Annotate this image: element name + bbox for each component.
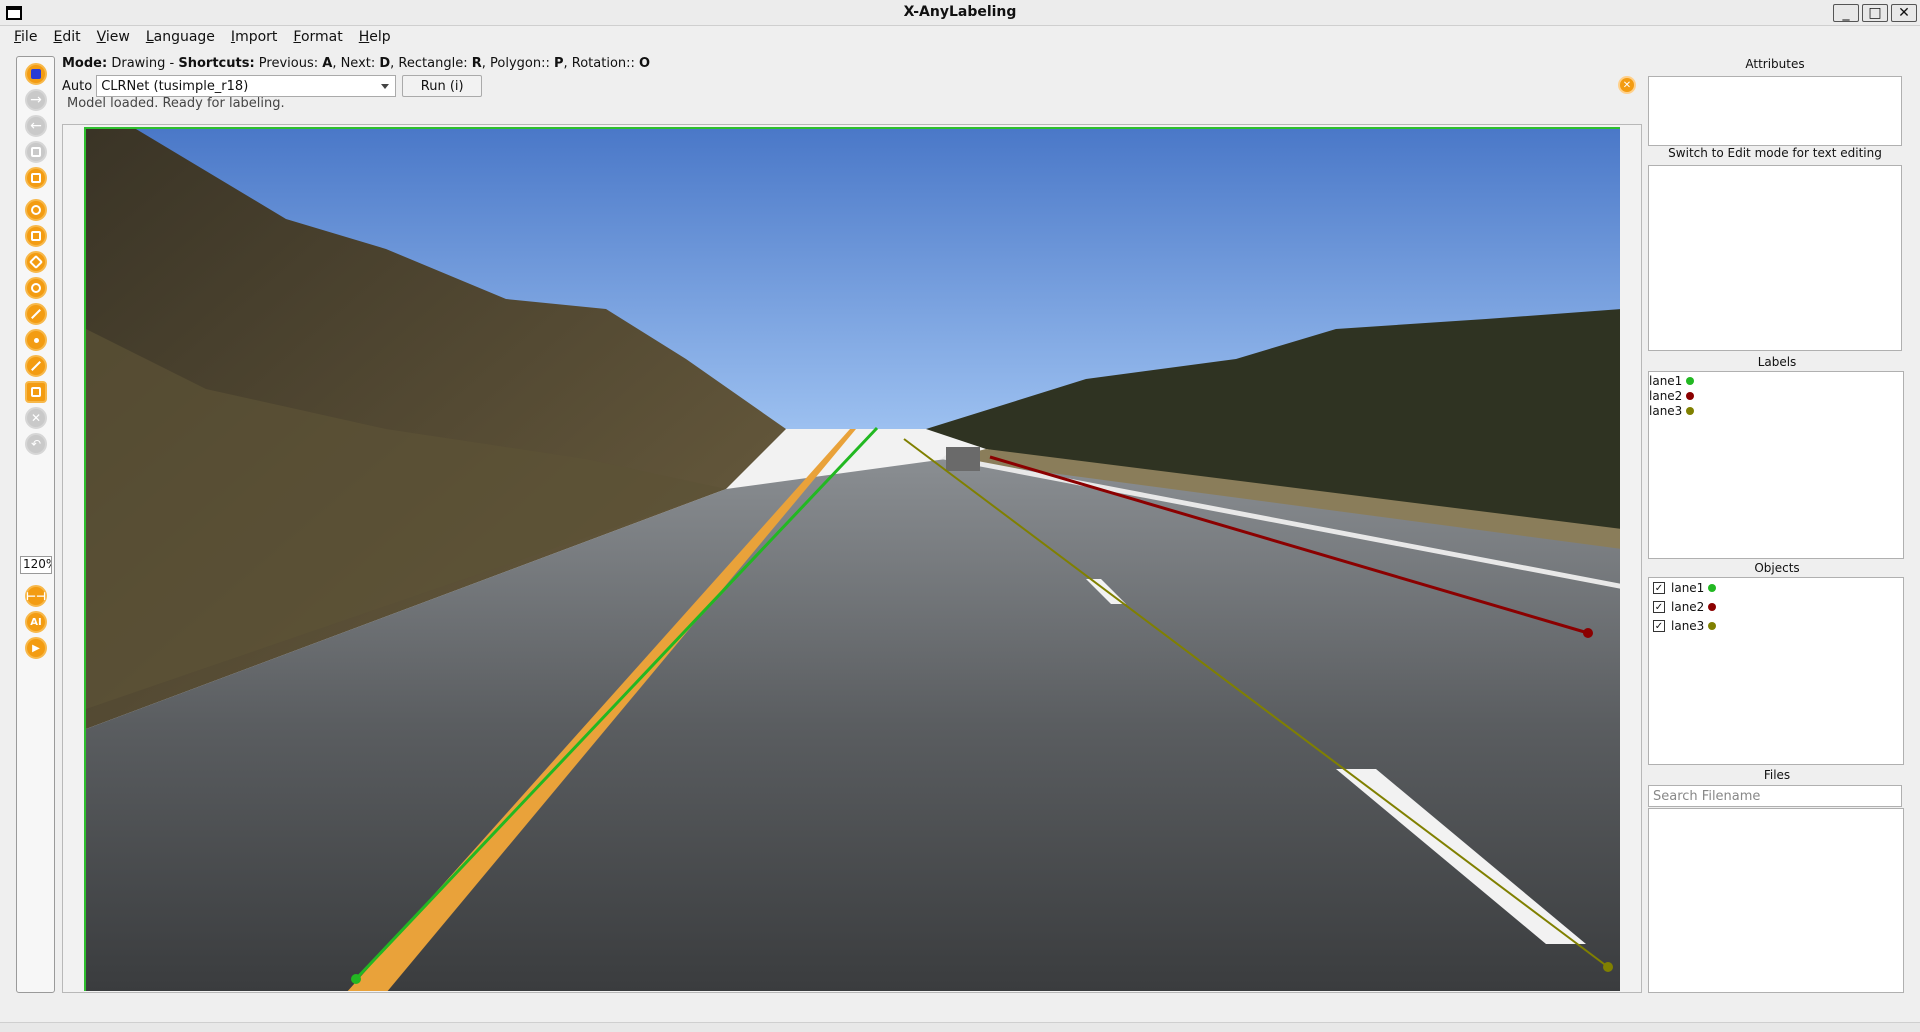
- status-bar: [0, 1022, 1920, 1032]
- create-rotation-icon[interactable]: [25, 251, 47, 273]
- window-title: X-AnyLabeling: [903, 4, 1017, 20]
- prev-image-icon[interactable]: ←: [25, 115, 47, 137]
- mode-info: Mode: Drawing - Shortcuts: Previous: A, …: [62, 56, 651, 71]
- run-model-icon[interactable]: ▶: [25, 637, 47, 659]
- lane1-line: [354, 426, 879, 981]
- create-linestrip-icon[interactable]: [25, 355, 47, 377]
- create-point-icon[interactable]: [25, 329, 47, 351]
- object-item[interactable]: ✓ lane2: [1653, 600, 1717, 614]
- object-item[interactable]: ✓ lane3: [1653, 619, 1717, 633]
- menu-view[interactable]: View: [89, 29, 138, 45]
- fit-width-icon[interactable]: ⊢⊣: [25, 585, 47, 607]
- zoom-input[interactable]: 120%: [20, 556, 52, 574]
- lane2-point: [1583, 628, 1593, 638]
- lane2-line: [989, 455, 1589, 635]
- attributes-title: Attributes: [1745, 57, 1805, 71]
- attribute-text-box[interactable]: [1648, 165, 1902, 351]
- object-checkbox[interactable]: ✓: [1653, 601, 1665, 613]
- menu-file[interactable]: File: [6, 29, 45, 45]
- auto-labeling-icon[interactable]: AI: [25, 611, 47, 633]
- color-dot-icon: [1686, 407, 1695, 415]
- create-line-icon[interactable]: [25, 303, 47, 325]
- menu-language[interactable]: Language: [138, 29, 223, 45]
- close-auto-labeling-icon[interactable]: ✕: [1618, 76, 1636, 94]
- label-item[interactable]: lane3: [1649, 404, 1695, 418]
- create-rectangle-icon[interactable]: [25, 225, 47, 247]
- minimize-button[interactable]: _: [1833, 4, 1859, 22]
- labels-title: Labels: [1757, 355, 1797, 369]
- attributes-panel: [1648, 76, 1902, 146]
- color-dot-icon: [1708, 603, 1717, 611]
- annotation-overlay: [351, 426, 1613, 984]
- search-filename-input[interactable]: [1648, 785, 1902, 807]
- files-list[interactable]: [1648, 808, 1904, 993]
- files-title: Files: [1763, 768, 1791, 782]
- undo-icon[interactable]: ↶: [25, 433, 47, 455]
- lane3-point: [1603, 962, 1613, 972]
- lane3-line: [903, 438, 1609, 968]
- left-toolbar: → ← ✕ ↶ 120% ⊢⊣ AI ▶: [16, 56, 55, 993]
- menu-format[interactable]: Format: [285, 29, 350, 45]
- label-item[interactable]: lane2: [1649, 389, 1695, 403]
- menu-edit[interactable]: Edit: [45, 29, 88, 45]
- object-item[interactable]: ✓ lane1: [1653, 581, 1717, 595]
- model-select[interactable]: CLRNet (tusimple_r18): [96, 75, 397, 97]
- delete-file-icon[interactable]: [25, 167, 47, 189]
- object-checkbox[interactable]: ✓: [1653, 620, 1665, 632]
- menu-import[interactable]: Import: [223, 29, 285, 45]
- menu-help[interactable]: Help: [351, 29, 399, 45]
- color-dot-icon: [1708, 584, 1717, 592]
- menu-bar: File Edit View Language Import Format He…: [0, 26, 1920, 48]
- label-item[interactable]: lane1: [1649, 374, 1695, 388]
- model-status: Model loaded. Ready for labeling.: [67, 96, 285, 111]
- run-button[interactable]: Run (i): [402, 75, 483, 97]
- lane1-point: [351, 974, 361, 984]
- next-image-icon[interactable]: →: [25, 89, 47, 111]
- auto-label: Auto: [62, 78, 93, 94]
- color-dot-icon: [1686, 377, 1695, 385]
- edit-shape-icon[interactable]: [25, 381, 47, 403]
- title-bar: X-AnyLabeling _ □ ✕: [0, 0, 1920, 26]
- color-dot-icon: [1708, 622, 1717, 630]
- edit-hint: Switch to Edit mode for text editing: [1668, 146, 1882, 160]
- save-icon[interactable]: [25, 141, 47, 163]
- open-folder-icon[interactable]: [25, 63, 47, 85]
- chevron-down-icon: [381, 83, 390, 89]
- close-window-button[interactable]: ✕: [1891, 4, 1917, 22]
- auto-labeling-row: Auto CLRNet (tusimple_r18) Run (i): [62, 75, 483, 97]
- object-checkbox[interactable]: ✓: [1653, 582, 1665, 594]
- image-canvas[interactable]: [84, 127, 1620, 991]
- objects-title: Objects: [1754, 561, 1800, 575]
- delete-shape-icon[interactable]: ✕: [25, 407, 47, 429]
- create-polygon-icon[interactable]: [25, 199, 47, 221]
- color-dot-icon: [1686, 392, 1695, 400]
- maximize-button[interactable]: □: [1862, 4, 1888, 22]
- create-circle-icon[interactable]: [25, 277, 47, 299]
